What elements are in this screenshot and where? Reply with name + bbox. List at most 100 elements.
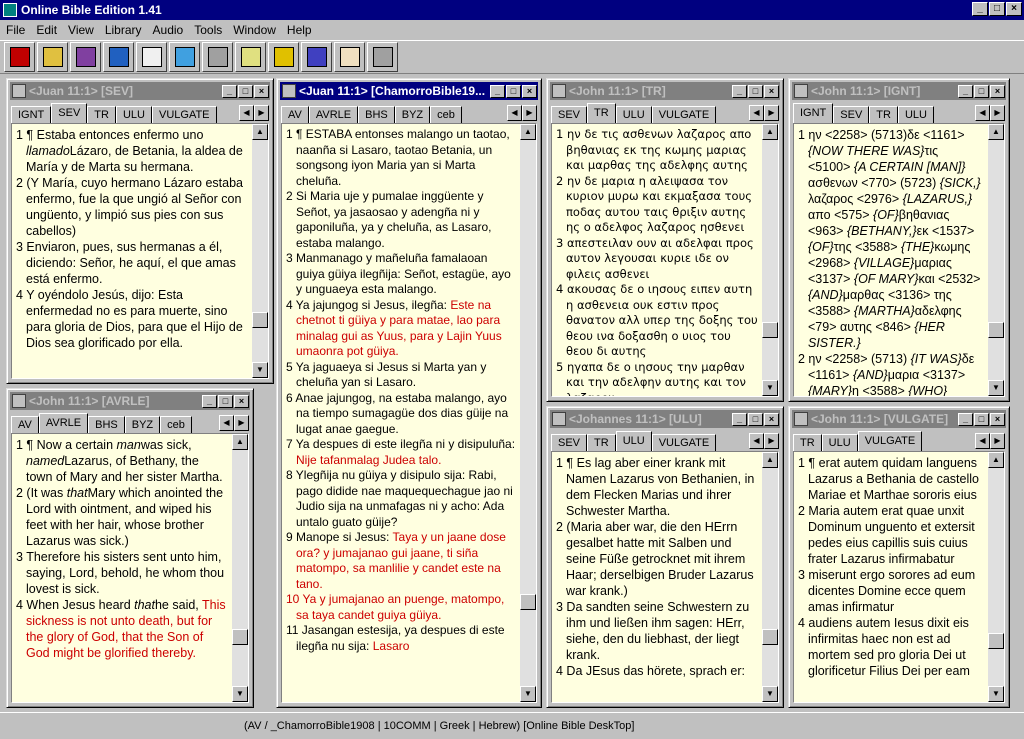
tab-scroll-right-icon[interactable]: ▶ — [990, 105, 1005, 121]
tab-avrle[interactable]: AVRLE — [38, 413, 89, 433]
window-maximize-button[interactable]: □ — [748, 84, 763, 98]
vertical-scrollbar[interactable]: ▲ ▼ — [252, 124, 268, 378]
verse-pane[interactable]: 1 ην δε τις ασθενων λαζαρος απο βηθανιας… — [551, 123, 779, 397]
scroll-down-icon[interactable]: ▼ — [232, 686, 248, 702]
window-maximize-button[interactable]: □ — [974, 412, 989, 426]
bible-window-chamorro[interactable]: <Juan 11:1> [ChamorroBible19... _ □ × AV AVRL… — [276, 78, 542, 708]
window-caption[interactable]: <Johannes 11:1> [ULU] _ □ × — [550, 410, 780, 428]
window-minimize-button[interactable]: _ — [732, 412, 747, 426]
tab-bhs[interactable]: BHS — [88, 416, 125, 433]
menu-help[interactable]: Help — [287, 23, 312, 37]
scroll-up-icon[interactable]: ▲ — [520, 124, 536, 140]
notes-button[interactable] — [37, 42, 68, 72]
window-maximize-button[interactable]: □ — [238, 84, 253, 98]
scroll-up-icon[interactable]: ▲ — [988, 124, 1004, 140]
verse-pane[interactable]: 1 ην <2258> (5713)δε <1161> {NOW THERE W… — [793, 123, 1005, 397]
window-close-button[interactable]: × — [764, 412, 779, 426]
window-minimize-button[interactable]: _ — [958, 84, 973, 98]
bible-window-vulgate[interactable]: <John 11:1> [VULGATE] _ □ × TR ULU VULGATE ◀ ▶ 1 … — [788, 406, 1010, 708]
bible-window-sev[interactable]: <Juan 11:1> [SEV] _ □ × IGNT SEV TR ULU VULGATE ◀… — [6, 78, 274, 384]
tab-ceb[interactable]: ceb — [430, 106, 462, 123]
vertical-scrollbar[interactable]: ▲ ▼ — [762, 452, 778, 702]
bible-window-ignt[interactable]: <John 11:1> [IGNT] _ □ × IGNT SEV TR ULU ◀ ▶ 1 ην … — [788, 78, 1010, 402]
window-caption[interactable]: <John 11:1> [TR] _ □ × — [550, 82, 780, 100]
menu-edit[interactable]: Edit — [36, 23, 57, 37]
scroll-up-icon[interactable]: ▲ — [762, 452, 778, 468]
window-maximize-button[interactable]: □ — [748, 412, 763, 426]
tab-tr[interactable]: TR — [869, 106, 898, 123]
menu-view[interactable]: View — [68, 23, 94, 37]
tab-sev[interactable]: SEV — [551, 434, 588, 451]
tab-tr[interactable]: TR — [87, 106, 116, 123]
scroll-down-icon[interactable]: ▼ — [762, 686, 778, 702]
folder-button[interactable] — [268, 42, 299, 72]
vertical-scrollbar[interactable]: ▲ ▼ — [762, 124, 778, 396]
tab-scroll-left-icon[interactable]: ◀ — [975, 105, 990, 121]
tab-ulu[interactable]: ULU — [115, 106, 152, 123]
window-close-button[interactable]: × — [234, 394, 249, 408]
scroll-down-icon[interactable]: ▼ — [988, 686, 1004, 702]
tab-scroll-left-icon[interactable]: ◀ — [219, 415, 234, 431]
tab-bhs[interactable]: BHS — [358, 106, 395, 123]
menu-window[interactable]: Window — [233, 23, 276, 37]
scroll-up-icon[interactable]: ▲ — [252, 124, 268, 140]
verse-pane[interactable]: 1 ¶ ESTABA entonses malango un taotao, n… — [281, 123, 537, 703]
window-minimize-button[interactable]: _ — [222, 84, 237, 98]
search-person-button[interactable] — [169, 42, 200, 72]
scroll-up-icon[interactable]: ▲ — [762, 124, 778, 140]
verse-pane[interactable]: 1 ¶ Now a certain manwas sick, namedLaza… — [11, 433, 249, 703]
printer-button[interactable] — [367, 42, 398, 72]
scroll-up-icon[interactable]: ▲ — [988, 452, 1004, 468]
close-button[interactable]: × — [1006, 2, 1022, 16]
scroll-thumb[interactable] — [252, 312, 268, 328]
window-caption[interactable]: <John 11:1> [AVRLE] _ □ × — [10, 392, 250, 410]
window-close-button[interactable]: × — [254, 84, 269, 98]
vertical-scrollbar[interactable]: ▲ ▼ — [988, 124, 1004, 396]
tab-scroll-left-icon[interactable]: ◀ — [975, 433, 990, 449]
window-caption[interactable]: <John 11:1> [IGNT] _ □ × — [792, 82, 1006, 100]
vertical-scrollbar[interactable]: ▲ ▼ — [520, 124, 536, 702]
menu-tools[interactable]: Tools — [194, 23, 222, 37]
tab-scroll-right-icon[interactable]: ▶ — [234, 415, 249, 431]
window-caption[interactable]: <John 11:1> [VULGATE] _ □ × — [792, 410, 1006, 428]
tab-ulu[interactable]: ULU — [615, 431, 652, 451]
tab-scroll-left-icon[interactable]: ◀ — [749, 433, 764, 449]
scroll-down-icon[interactable]: ▼ — [988, 380, 1004, 396]
tab-sev[interactable]: SEV — [833, 106, 870, 123]
tab-byz[interactable]: BYZ — [124, 416, 161, 433]
scroll-down-icon[interactable]: ▼ — [520, 686, 536, 702]
window-minimize-button[interactable]: _ — [958, 412, 973, 426]
scroll-down-icon[interactable]: ▼ — [762, 380, 778, 396]
flashlight-button[interactable] — [202, 42, 233, 72]
scroll-thumb[interactable] — [988, 633, 1004, 649]
menu-file[interactable]: File — [6, 23, 25, 37]
vertical-scrollbar[interactable]: ▲ ▼ — [232, 434, 248, 702]
tab-byz[interactable]: BYZ — [394, 106, 431, 123]
window-close-button[interactable]: × — [990, 412, 1005, 426]
window-minimize-button[interactable]: _ — [202, 394, 217, 408]
verse-pane[interactable]: 1 ¶ Estaba entonces enfermo uno llamadoL… — [11, 123, 269, 379]
library-books-button[interactable] — [70, 42, 101, 72]
tab-scroll-left-icon[interactable]: ◀ — [507, 105, 522, 121]
tab-vulgate[interactable]: VULGATE — [651, 106, 717, 123]
tab-vulgate[interactable]: VULGATE — [857, 431, 923, 451]
window-close-button[interactable]: × — [990, 84, 1005, 98]
window-maximize-button[interactable]: □ — [218, 394, 233, 408]
bible-button[interactable] — [4, 42, 35, 72]
window-minimize-button[interactable]: _ — [732, 84, 747, 98]
bible-window-avrle[interactable]: <John 11:1> [AVRLE] _ □ × AV AVRLE BHS BYZ ceb ◀ ▶… — [6, 388, 254, 708]
tab-ignt[interactable]: IGNT — [793, 103, 834, 123]
bible-window-ulu[interactable]: <Johannes 11:1> [ULU] _ □ × SEV TR ULU VULGATE ◀… — [546, 406, 784, 708]
maximize-button[interactable]: □ — [989, 2, 1005, 16]
tab-ulu[interactable]: ULU — [615, 106, 652, 123]
tab-scroll-left-icon[interactable]: ◀ — [749, 105, 764, 121]
window-maximize-button[interactable]: □ — [506, 84, 521, 98]
verse-pane[interactable]: 1 ¶ erat autem quidam languens Lazarus a… — [793, 451, 1005, 703]
clipboard-button[interactable] — [235, 42, 266, 72]
scroll-up-icon[interactable]: ▲ — [232, 434, 248, 450]
window-caption[interactable]: <Juan 11:1> [SEV] _ □ × — [10, 82, 270, 100]
scroll-down-icon[interactable]: ▼ — [252, 362, 268, 378]
tab-sev[interactable]: SEV — [551, 106, 588, 123]
tab-scroll-right-icon[interactable]: ▶ — [990, 433, 1005, 449]
minimize-button[interactable]: _ — [972, 2, 988, 16]
